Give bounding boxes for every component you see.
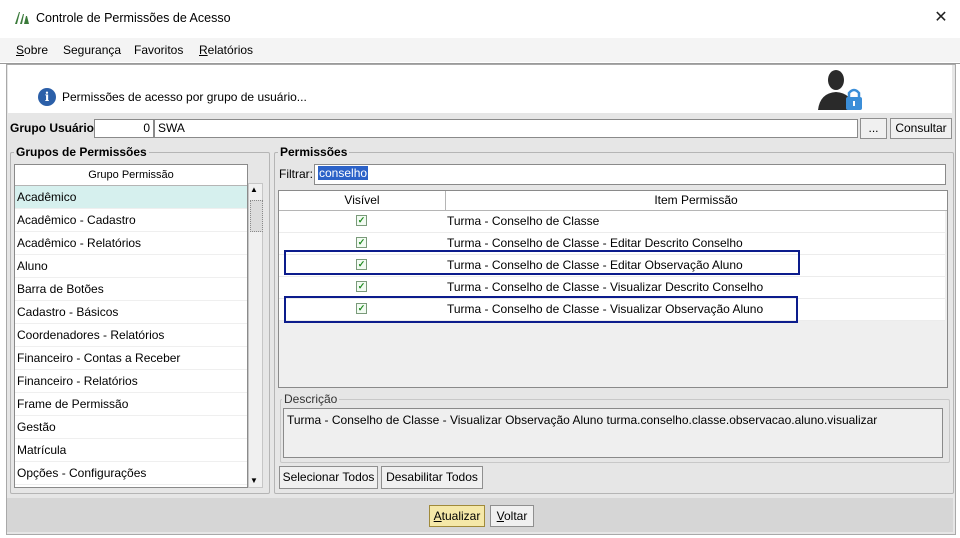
groups-scroll-thumb[interactable]	[250, 200, 263, 232]
disable-all-button[interactable]: Desabilitar Todos	[381, 466, 483, 489]
permissions-title: Permissões	[278, 145, 350, 159]
menu-favoritos[interactable]: Favoritos	[134, 43, 183, 57]
group-user-label: Grupo Usuário:	[10, 121, 99, 135]
filter-value: conselho	[318, 166, 369, 180]
header-text: Permissões de acesso por grupo de usuári…	[62, 90, 307, 104]
close-icon[interactable]: ✕	[932, 9, 950, 27]
list-item[interactable]: Acadêmico - Cadastro	[15, 209, 247, 232]
permission-item-text: Turma - Conselho de Classe - Editar Desc…	[447, 236, 743, 250]
list-item[interactable]: Financeiro - Contas a Receber	[15, 347, 247, 370]
list-item[interactable]: Acadêmico - Relatórios	[15, 232, 247, 255]
update-label: tualizar	[441, 509, 481, 523]
groups-column-header[interactable]: Grupo Permissão	[15, 165, 247, 186]
visible-checkbox[interactable]: ✓	[356, 215, 367, 226]
back-label: oltar	[504, 509, 528, 523]
app-logo-icon	[15, 12, 29, 24]
groups-rows: Acadêmico Acadêmico - Cadastro Acadêmico -…	[15, 186, 247, 487]
description-text: Turma - Conselho de Classe - Visualizar …	[283, 408, 943, 458]
update-mnemonic: A	[433, 509, 442, 523]
list-item[interactable]: Coordenadores - Relatórios	[15, 324, 247, 347]
menu-sobre-label: obre	[24, 43, 49, 57]
scroll-down-icon[interactable]: ▼	[250, 476, 258, 485]
back-mnemonic: V	[496, 509, 504, 523]
list-item[interactable]: Opções - Segurança	[15, 485, 247, 487]
consultar-button[interactable]: Consultar	[890, 118, 952, 139]
lookup-button[interactable]: ...	[860, 118, 887, 139]
filter-label: Filtrar:	[279, 167, 313, 181]
groups-title: Grupos de Permissões	[14, 145, 149, 159]
menu-sobre[interactable]: Sobre	[16, 43, 48, 57]
highlight-box	[284, 296, 798, 323]
visible-checkbox[interactable]: ✓	[356, 237, 367, 248]
list-item[interactable]: Cadastro - Básicos	[15, 301, 247, 324]
menu-relatorios-mnemonic: R	[199, 43, 208, 57]
group-name-input[interactable]: SWA	[154, 119, 858, 138]
highlight-box	[284, 250, 800, 275]
groups-list: Grupo Permissão Acadêmico Acadêmico - Cad…	[14, 164, 248, 488]
menu-seguranca[interactable]: Segurança	[63, 43, 121, 57]
permission-item-text: Turma - Conselho de Classe	[447, 214, 600, 228]
group-code-input[interactable]: 0	[94, 119, 154, 138]
select-all-button[interactable]: Selecionar Todos	[279, 466, 378, 489]
user-lock-icon	[818, 70, 862, 110]
list-item[interactable]: Opções - Configurações	[15, 462, 247, 485]
table-row[interactable]	[279, 211, 945, 233]
list-item[interactable]: Frame de Permissão	[15, 393, 247, 416]
menu-sobre-mnemonic: S	[16, 43, 25, 57]
permission-item-text: Turma - Conselho de Classe - Visualizar …	[447, 280, 764, 294]
visible-checkbox[interactable]: ✓	[356, 281, 367, 292]
window-title: Controle de Permissões de Acesso	[36, 11, 231, 25]
description-title: Descrição	[282, 392, 340, 406]
menu-relatorios-label: elatórios	[207, 43, 254, 57]
list-item[interactable]: Matrícula	[15, 439, 247, 462]
list-item[interactable]: Barra de Botões	[15, 278, 247, 301]
list-item[interactable]: Acadêmico	[15, 186, 247, 209]
menu-relatorios[interactable]: Relatórios	[199, 43, 253, 57]
column-visivel[interactable]: Visível	[279, 191, 446, 210]
list-item[interactable]: Gestão	[15, 416, 247, 439]
filter-input[interactable]: conselho	[314, 164, 946, 185]
scroll-up-icon[interactable]: ▲	[250, 185, 258, 194]
back-button[interactable]: Voltar	[490, 505, 534, 527]
info-icon: i	[38, 88, 56, 106]
column-item-permissao[interactable]: Item Permissão	[446, 191, 946, 210]
update-button[interactable]: Atualizar	[429, 505, 485, 527]
header-panel	[8, 65, 952, 113]
list-item[interactable]: Aluno	[15, 255, 247, 278]
list-item[interactable]: Financeiro - Relatórios	[15, 370, 247, 393]
